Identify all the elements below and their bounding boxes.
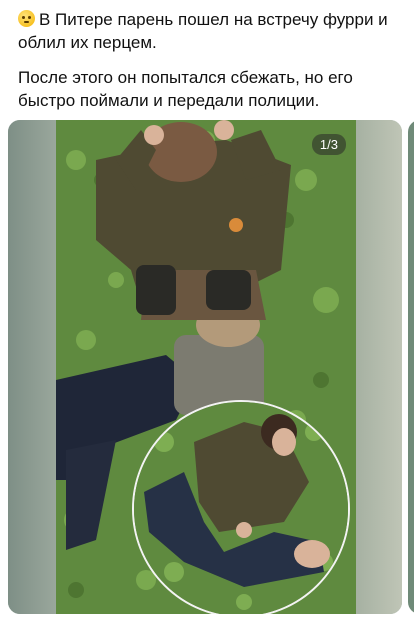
photo-counter-badge: 1/3 — [311, 134, 346, 155]
face-with-raised-eyebrow-emoji-icon — [18, 10, 35, 27]
photo-card[interactable]: 1/3 — [8, 120, 402, 614]
post-paragraph-1: В Питере парень пошел на встречу фурри и… — [18, 8, 406, 54]
post-text: В Питере парень пошел на встречу фурри и… — [18, 8, 406, 124]
inset-illustration — [134, 402, 348, 614]
photo-blur-left — [8, 120, 56, 614]
post-paragraph-2: После этого он попытался сбежать, но его… — [18, 68, 353, 110]
media-gallery[interactable]: 1/3 — [8, 120, 414, 614]
photo-blur-right — [356, 120, 402, 614]
next-photo-preview[interactable] — [408, 120, 414, 614]
photo-inset-circle — [132, 400, 350, 614]
post-line-1: В Питере парень пошел на встречу фурри и… — [18, 10, 388, 52]
